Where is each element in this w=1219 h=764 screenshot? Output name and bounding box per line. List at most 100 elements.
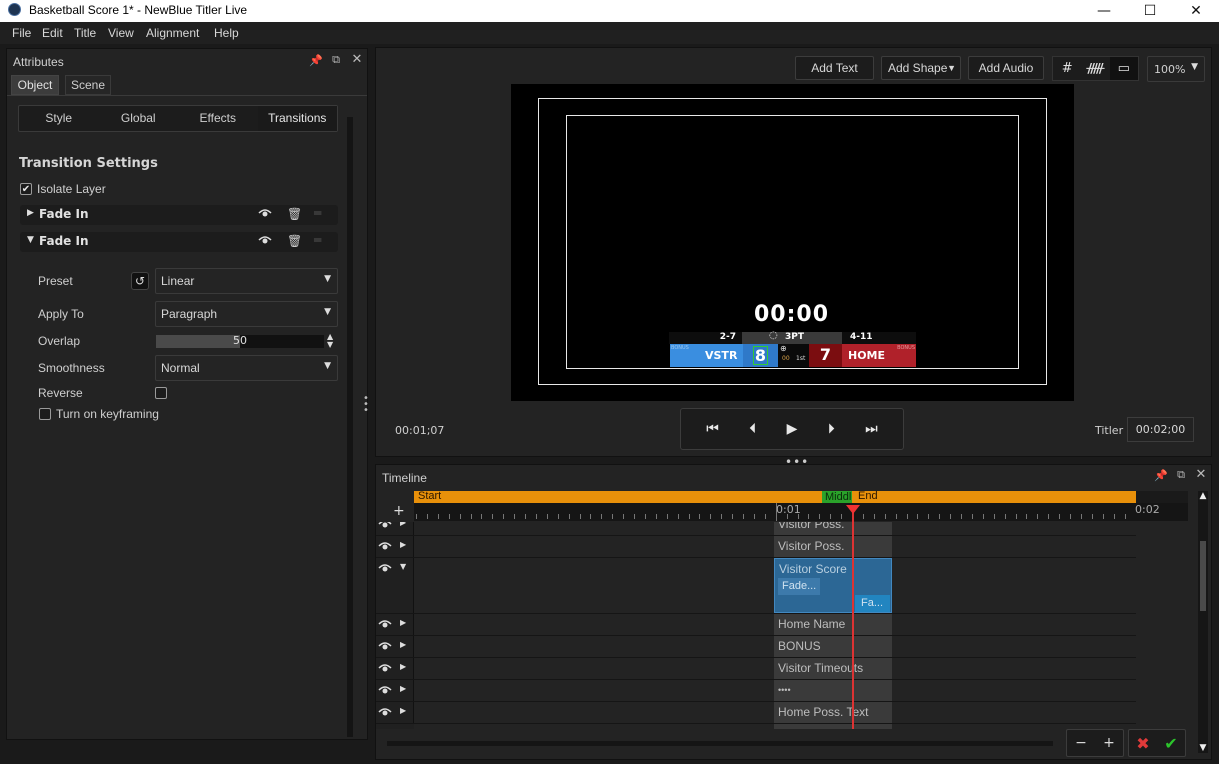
keyframing-checkbox[interactable] xyxy=(39,408,51,420)
time-ruler[interactable]: 0:01 0:02 xyxy=(414,503,1188,521)
transition-out-block[interactable]: Fa... xyxy=(855,595,890,612)
track-row[interactable]: ▶ BONUS xyxy=(376,636,1136,658)
drag-handle-icon[interactable]: ═ xyxy=(314,233,321,247)
preview-canvas[interactable]: 00:00 2-7 ◌ 3PT 4-11 BONUS VSTR 8 ⊕ 00 1… xyxy=(511,84,1074,401)
expand-arrow-icon[interactable]: ▶ xyxy=(27,208,34,218)
eye-icon[interactable] xyxy=(378,563,392,573)
add-text-button[interactable]: Add Text xyxy=(795,56,874,80)
skip-to-start-icon[interactable]: ⏮ xyxy=(706,421,719,437)
preset-dropdown[interactable]: Linear ▼ xyxy=(155,268,338,294)
timeline-vertical-scrollbar[interactable]: ▲ ▼ xyxy=(1198,491,1208,753)
pin-icon[interactable]: 📌 xyxy=(309,54,323,67)
scroll-up-icon[interactable]: ▲ xyxy=(1198,491,1208,501)
add-audio-button[interactable]: Add Audio xyxy=(968,56,1044,80)
step-back-icon[interactable]: ⏴ xyxy=(749,421,756,437)
minimize-button[interactable]: — xyxy=(1081,0,1127,22)
collapse-arrow-icon[interactable]: ▼ xyxy=(27,235,34,245)
track-clip[interactable]: Visitor Timeouts xyxy=(774,658,892,679)
subtab-transitions[interactable]: Transitions xyxy=(257,106,337,131)
eye-icon[interactable] xyxy=(378,663,392,673)
tab-scene[interactable]: Scene xyxy=(65,75,111,95)
expand-arrow-icon[interactable]: ▶ xyxy=(400,662,406,671)
scroll-down-icon[interactable]: ▼ xyxy=(1198,743,1208,753)
track-row[interactable]: ▶ Home Poss. Text xyxy=(376,702,1136,724)
eye-icon[interactable] xyxy=(258,235,272,245)
menu-view[interactable]: View xyxy=(108,26,134,40)
scrollbar-thumb[interactable] xyxy=(1200,541,1206,611)
collapse-arrow-icon[interactable]: ▼ xyxy=(400,562,406,571)
track-row[interactable]: ▶ Visitor Poss. xyxy=(376,522,1136,536)
expand-arrow-icon[interactable]: ▶ xyxy=(400,522,406,527)
cancel-icon[interactable]: ✖ xyxy=(1136,734,1149,753)
track-row[interactable]: ▶ Visitor Poss. xyxy=(376,536,1136,558)
subtab-style[interactable]: Style xyxy=(19,106,99,131)
marker-start[interactable]: Start xyxy=(418,490,441,502)
keyframing-option[interactable]: Turn on keyframing xyxy=(39,407,159,421)
trash-icon[interactable]: 🗑 xyxy=(287,207,302,221)
marker-end[interactable]: End xyxy=(858,490,878,502)
reset-preset-icon[interactable]: ↺ xyxy=(131,272,149,290)
maximize-button[interactable]: ☐ xyxy=(1127,0,1173,22)
overlap-slider[interactable]: 50 xyxy=(156,334,324,348)
expand-arrow-icon[interactable]: ▶ xyxy=(400,640,406,649)
close-button[interactable]: ✕ xyxy=(1173,0,1219,22)
skip-to-end-icon[interactable]: ⏭ xyxy=(865,421,878,437)
apply-to-dropdown[interactable]: Paragraph ▼ xyxy=(155,301,338,327)
track-clip[interactable]: Home Poss. Text xyxy=(774,702,892,723)
track-row[interactable]: ▶ Home Name xyxy=(376,614,1136,636)
ruler-icon[interactable]: ᚏ xyxy=(1081,57,1109,80)
transition-row[interactable]: ▼ Fade In 🗑 ═ xyxy=(20,232,338,252)
float-panel-icon[interactable]: ⧉ xyxy=(329,53,343,67)
track-clip[interactable]: Home Name xyxy=(774,614,892,635)
menu-title[interactable]: Title xyxy=(74,26,96,40)
grid-icon[interactable]: # xyxy=(1053,57,1081,80)
transition-in-block[interactable]: Fade... xyxy=(778,578,821,595)
menu-file[interactable]: File xyxy=(12,26,31,40)
playhead[interactable] xyxy=(852,507,854,729)
smoothness-dropdown[interactable]: Normal ▼ xyxy=(155,355,338,381)
marker-middle[interactable]: Middl xyxy=(822,491,852,503)
expand-arrow-icon[interactable]: ▶ xyxy=(400,540,406,549)
safe-area-icon[interactable]: ▭ xyxy=(1109,57,1138,80)
isolate-layer-checkbox[interactable]: ✔ xyxy=(20,183,32,195)
eye-icon[interactable] xyxy=(378,707,392,717)
playhead-handle-icon[interactable] xyxy=(846,505,860,514)
overlap-spinner[interactable]: ▲ ▼ xyxy=(327,333,333,349)
eye-icon[interactable] xyxy=(378,619,392,629)
expand-arrow-icon[interactable]: ▶ xyxy=(400,684,406,693)
track-row-selected[interactable]: ▼ Visitor Score Fade... Fa... xyxy=(376,558,1136,614)
eye-icon[interactable] xyxy=(378,541,392,551)
expand-arrow-icon[interactable]: ▶ xyxy=(400,706,406,715)
transition-row[interactable]: ▶ Fade In 🗑 ═ xyxy=(20,205,338,225)
zoom-in-button[interactable]: + xyxy=(1103,735,1115,751)
close-panel-icon[interactable]: ✕ xyxy=(350,52,364,67)
menu-alignment[interactable]: Alignment xyxy=(146,26,199,40)
close-panel-icon[interactable]: ✕ xyxy=(1194,467,1208,482)
vertical-splitter-handle[interactable]: • • • xyxy=(363,394,369,416)
isolate-layer-option[interactable]: ✔ Isolate Layer xyxy=(20,182,106,196)
menu-edit[interactable]: Edit xyxy=(42,26,63,40)
timeline-horizontal-scrollbar[interactable] xyxy=(387,741,1053,746)
track-clip[interactable]: •••• xyxy=(774,680,892,701)
track-clip-selected[interactable]: Visitor Score Fade... Fa... xyxy=(774,558,892,613)
attributes-scrollbar[interactable] xyxy=(347,117,353,737)
zoom-out-button[interactable]: − xyxy=(1075,735,1087,751)
menu-help[interactable]: Help xyxy=(214,26,239,40)
eye-icon[interactable] xyxy=(378,522,392,529)
subtab-effects[interactable]: Effects xyxy=(178,106,258,131)
track-clip[interactable]: BONUS xyxy=(774,636,892,657)
drag-handle-icon[interactable]: ═ xyxy=(314,206,321,220)
pin-icon[interactable]: 📌 xyxy=(1154,469,1168,482)
eye-icon[interactable] xyxy=(258,208,272,218)
add-shape-button[interactable]: Add Shape ▼ xyxy=(881,56,961,80)
visitor-score-block[interactable]: 8 xyxy=(743,344,778,367)
subtab-global[interactable]: Global xyxy=(99,106,179,131)
track-clip[interactable]: Visitor Poss. xyxy=(774,536,892,557)
eye-icon[interactable] xyxy=(378,685,392,695)
tab-object[interactable]: Object xyxy=(11,75,59,95)
eye-icon[interactable] xyxy=(378,641,392,651)
track-row[interactable]: ▶ •••• xyxy=(376,680,1136,702)
add-track-icon[interactable]: + xyxy=(393,503,405,519)
play-icon[interactable]: ▶ xyxy=(787,421,798,437)
trash-icon[interactable]: 🗑 xyxy=(287,234,302,248)
